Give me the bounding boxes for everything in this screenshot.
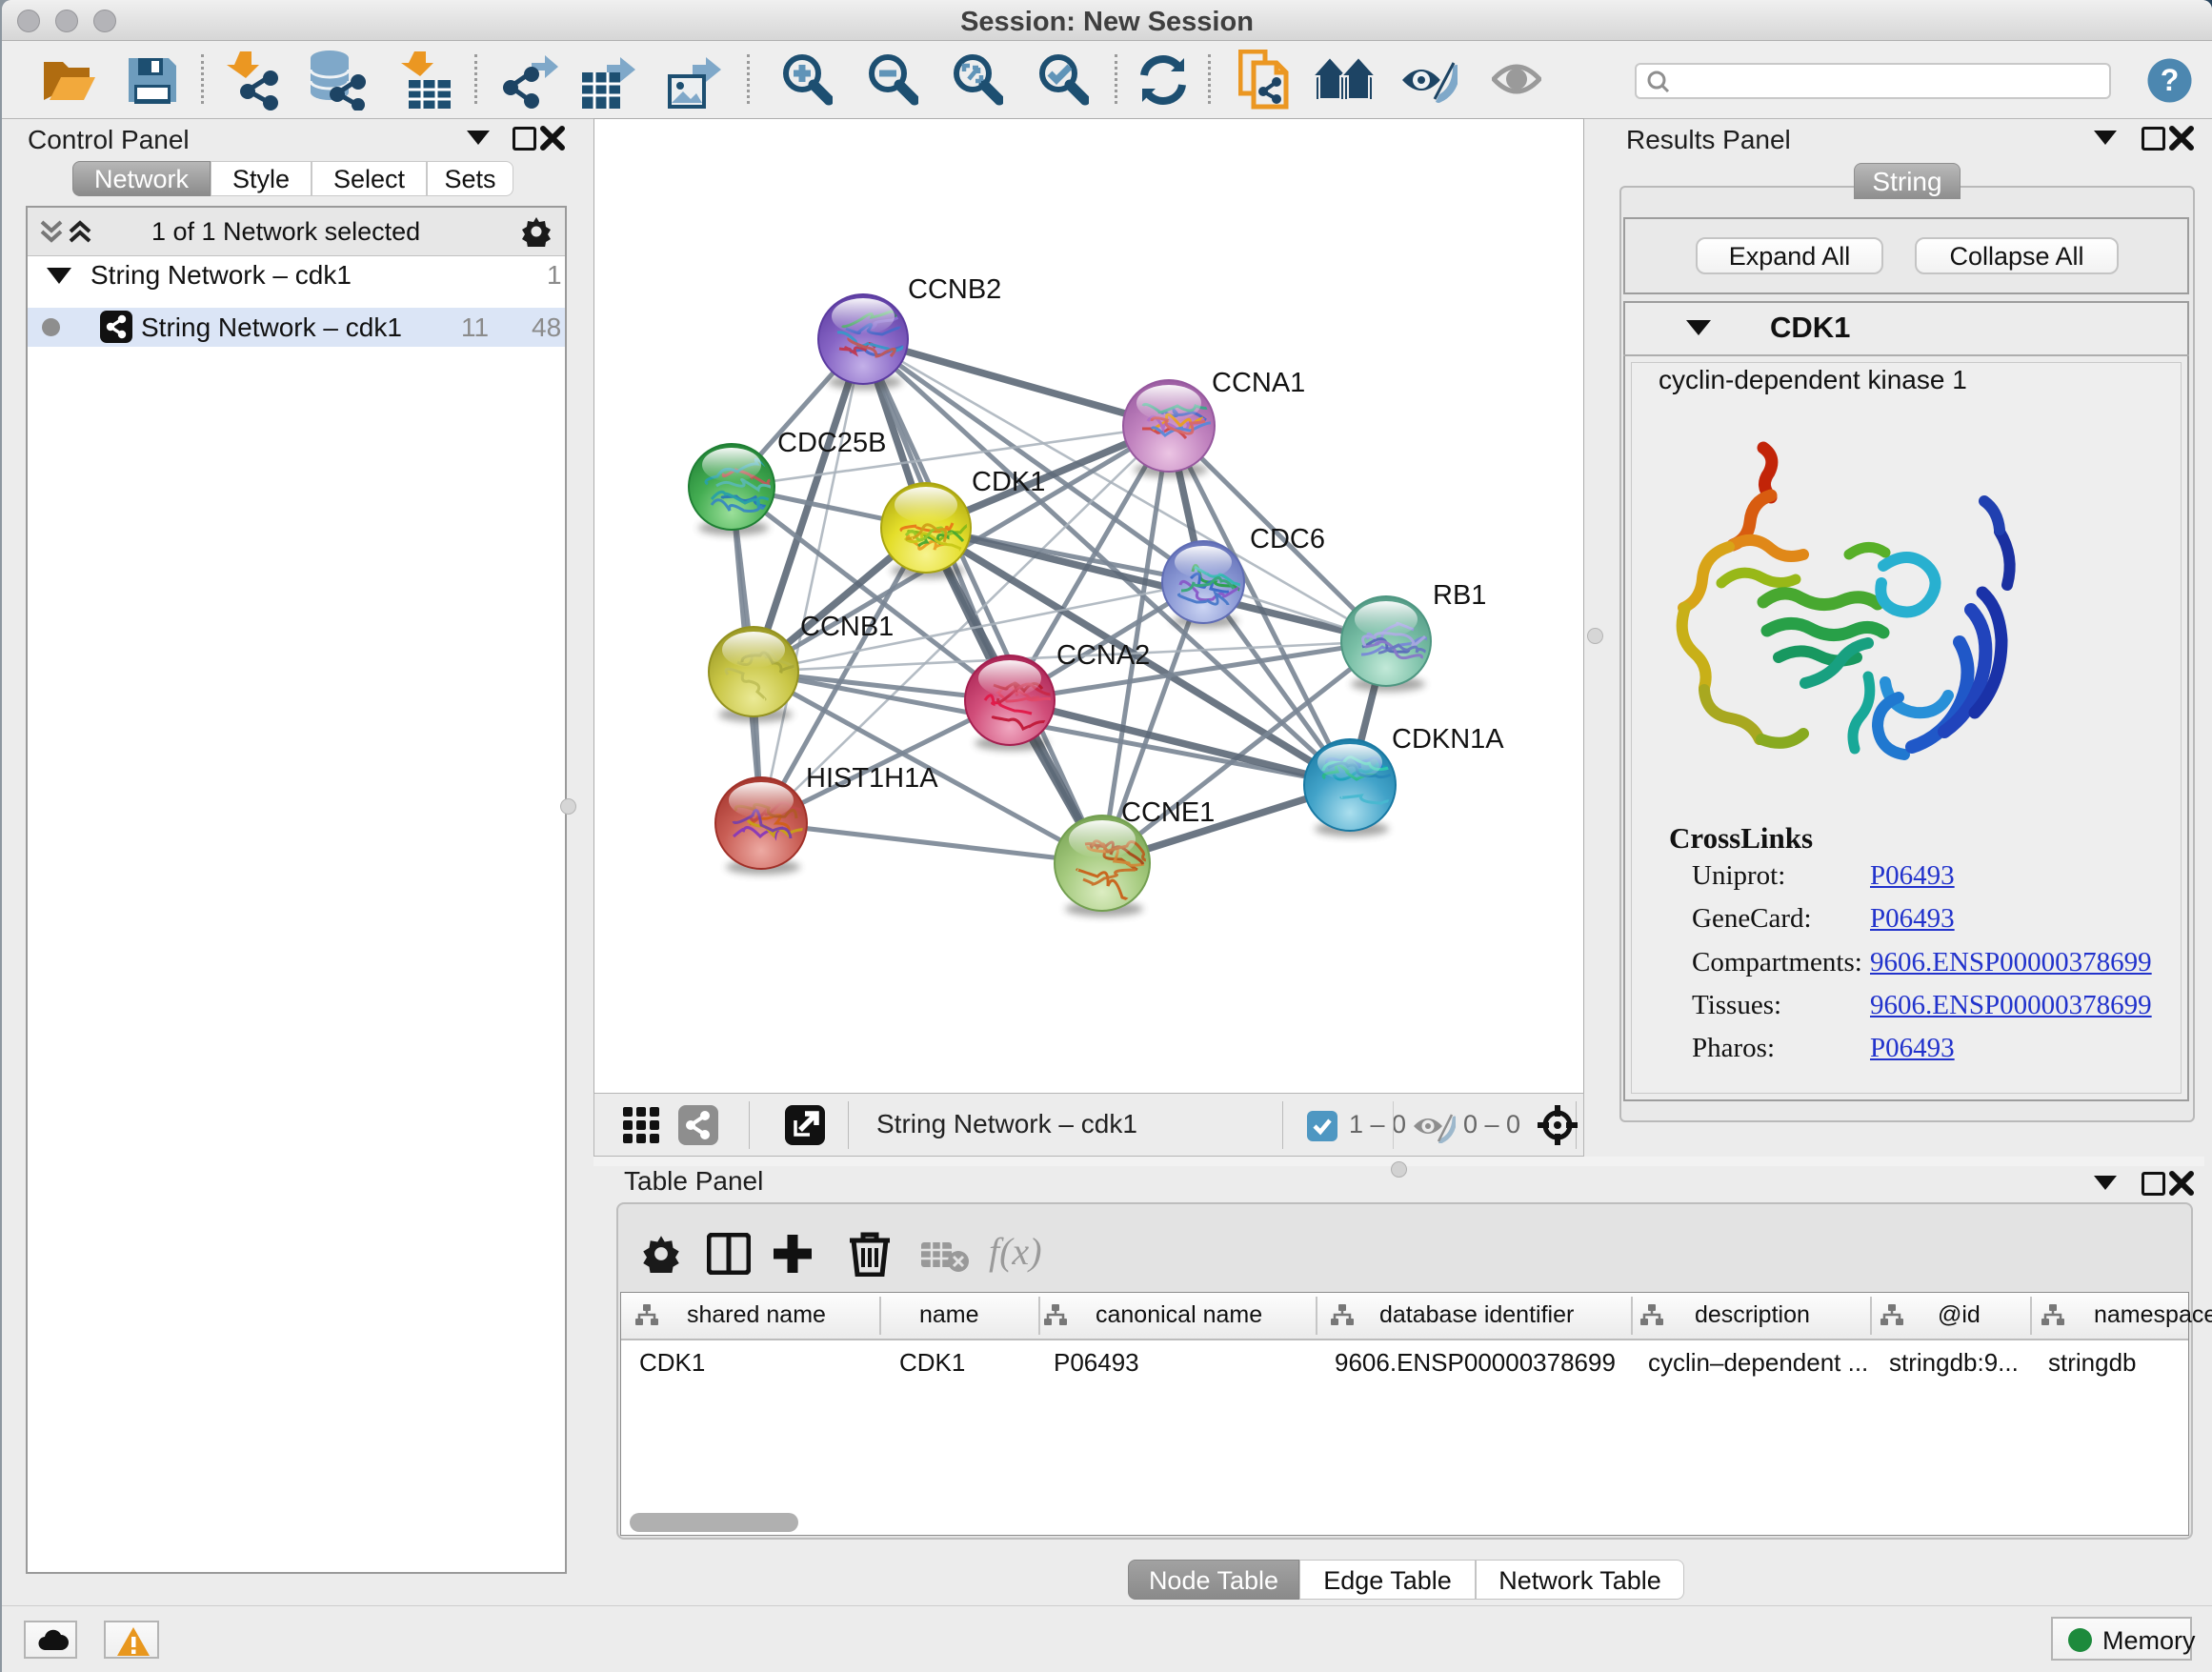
svg-text:CDC25B: CDC25B	[777, 428, 886, 458]
svg-text:?: ?	[2161, 63, 2180, 97]
svg-text:CCNB2: CCNB2	[908, 274, 1001, 305]
svg-text:CCNB1: CCNB1	[800, 612, 894, 642]
svg-text:CDK1: CDK1	[972, 467, 1045, 497]
svg-text:CDC6: CDC6	[1250, 524, 1325, 554]
svg-text:RB1: RB1	[1433, 580, 1486, 611]
svg-text:HIST1H1A: HIST1H1A	[806, 763, 938, 794]
svg-text:CDKN1A: CDKN1A	[1392, 724, 1504, 755]
svg-text:CCNA2: CCNA2	[1056, 640, 1150, 671]
svg-text:CCNA1: CCNA1	[1212, 368, 1305, 398]
svg-text:CCNE1: CCNE1	[1121, 797, 1215, 828]
